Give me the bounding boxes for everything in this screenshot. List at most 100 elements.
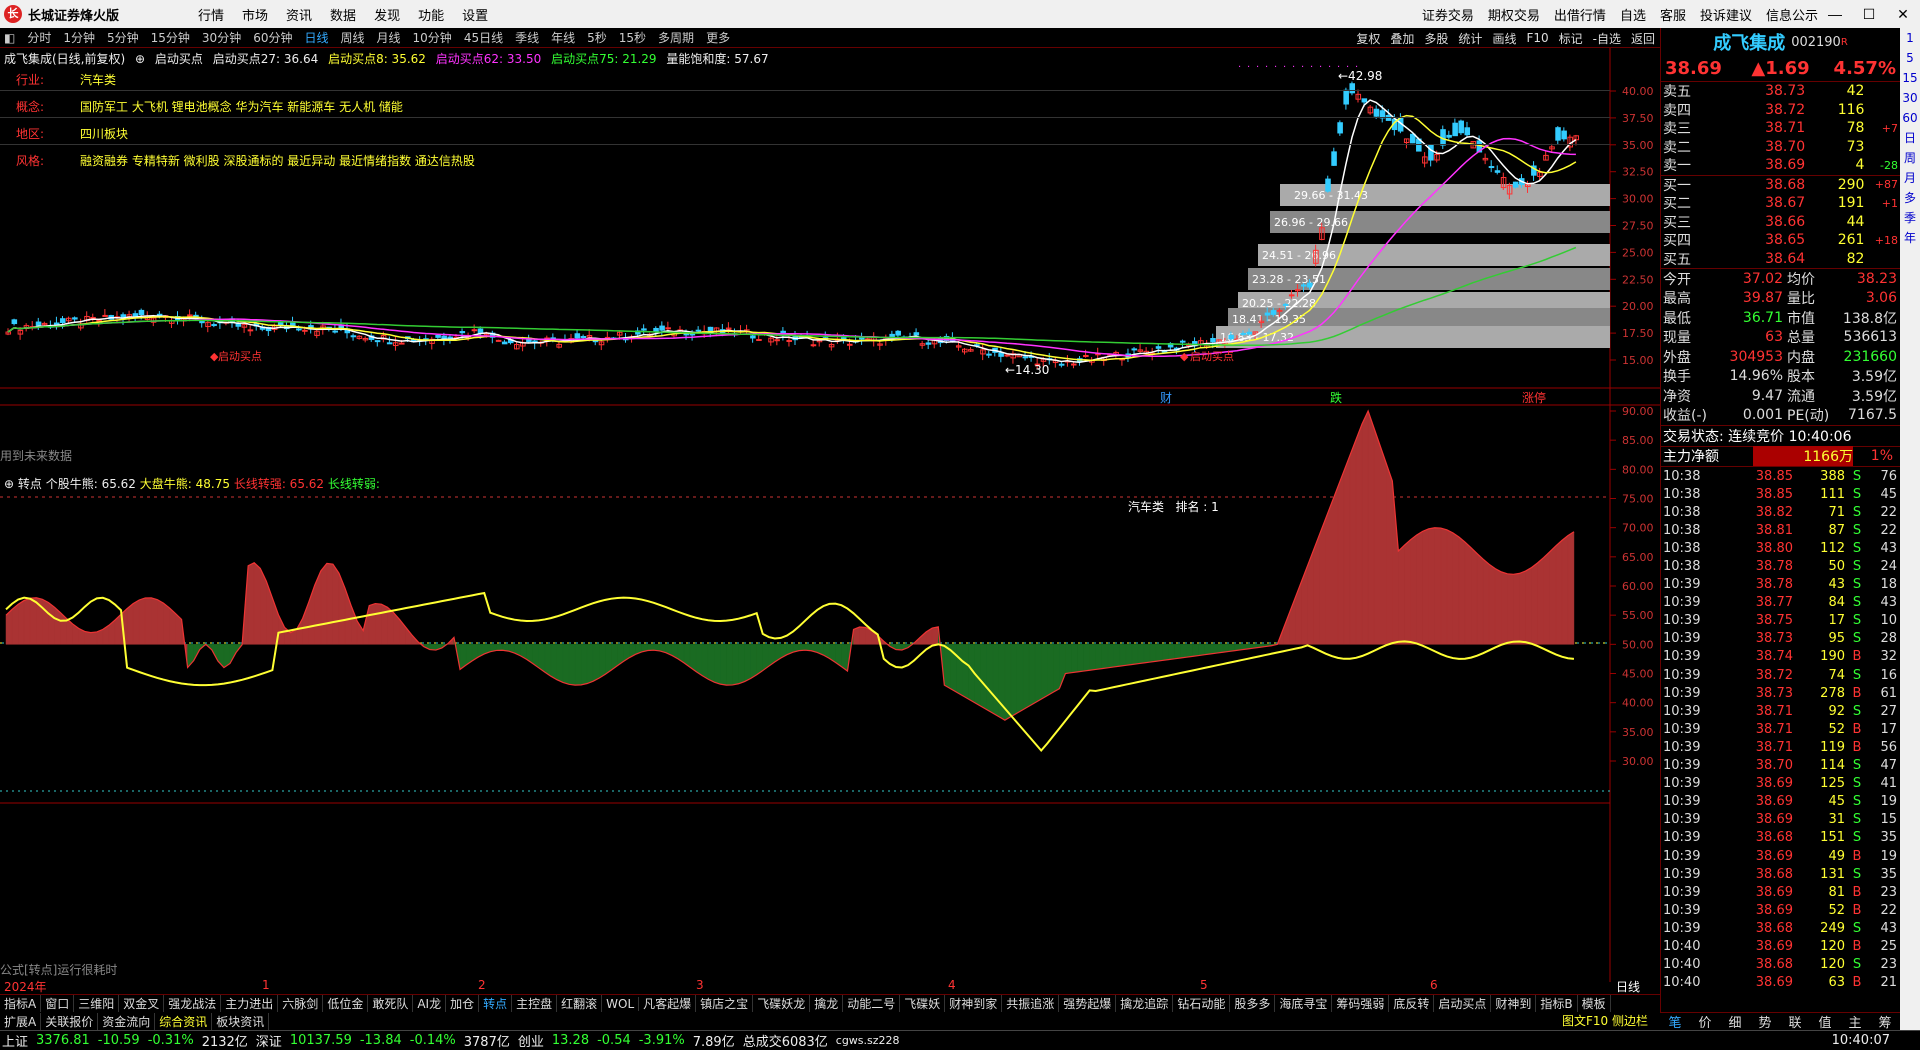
bid-row[interactable]: 买五 38.64 82 xyxy=(1661,250,1900,269)
top-link-5[interactable]: 投诉建议 xyxy=(1700,5,1752,24)
quote-tab-4[interactable]: 联 xyxy=(1780,1012,1810,1031)
period-14[interactable]: 15秒 xyxy=(619,29,646,46)
tick-list[interactable]: 10:38 38.85 388 S 76 10:38 38.85 111 S 45 10:38 38.… xyxy=(1661,467,1900,992)
top-link-4[interactable]: 客服 xyxy=(1660,5,1686,24)
sidebar-period-2[interactable]: 15 xyxy=(1900,68,1920,88)
indicator-tab-1[interactable]: 窗口 xyxy=(41,995,75,1012)
quote-tab-7[interactable]: 筹 xyxy=(1870,1012,1900,1031)
period-5[interactable]: 60分钟 xyxy=(253,29,292,46)
chart-area[interactable]: 40.00 37.50 35.00 32.50 30.00 27.50 25.00 22.50… xyxy=(0,48,1660,985)
index-cy-name[interactable]: 创业 xyxy=(518,1031,544,1050)
period-8[interactable]: 月线 xyxy=(377,29,401,46)
ask-row[interactable]: 卖二 38.70 73 xyxy=(1661,138,1900,157)
period-11[interactable]: 季线 xyxy=(515,29,539,46)
quote-tab-2[interactable]: 细 xyxy=(1720,1012,1750,1031)
info-tab-3[interactable]: 综合资讯 xyxy=(155,1012,213,1030)
menu-item-5[interactable]: 功能 xyxy=(418,8,444,23)
period-12[interactable]: 年线 xyxy=(551,29,575,46)
bid-row[interactable]: 买二 38.67 191 +1 xyxy=(1661,194,1900,213)
tool-5[interactable]: F10 xyxy=(1526,31,1548,45)
tool-4[interactable]: 画线 xyxy=(1492,30,1516,47)
settings-icon[interactable]: ⊕ xyxy=(4,477,14,491)
sidebar-period-8[interactable]: 多 xyxy=(1900,188,1920,208)
info-tab-4[interactable]: 板块资讯 xyxy=(212,1012,270,1030)
tool-6[interactable]: 标记 xyxy=(1559,30,1583,47)
indicator-tab-21[interactable]: 财神到家 xyxy=(945,995,1003,1012)
ask-row[interactable]: 卖五 38.73 42 xyxy=(1661,82,1900,101)
maximize-icon[interactable]: ☐ xyxy=(1852,6,1886,23)
indicator-tab-25[interactable]: 钻石动能 xyxy=(1173,995,1231,1012)
tool-7[interactable]: -自选 xyxy=(1593,30,1621,47)
indicator-tab-15[interactable]: 凡客起爆 xyxy=(639,995,697,1012)
info-tab-0[interactable]: 扩展A xyxy=(0,1012,42,1030)
close-icon[interactable]: ✕ xyxy=(1886,6,1920,23)
period-3[interactable]: 15分钟 xyxy=(151,29,190,46)
top-link-3[interactable]: 自选 xyxy=(1620,5,1646,24)
indicator-tab-6[interactable]: 六脉剑 xyxy=(278,995,324,1012)
indicator-tab-8[interactable]: 敢死队 xyxy=(368,995,414,1012)
indicator-tab-14[interactable]: WOL xyxy=(602,996,640,1011)
indicator-tab-0[interactable]: 指标A xyxy=(0,995,42,1012)
top-link-1[interactable]: 期权交易 xyxy=(1488,5,1540,24)
indicator-tab-11[interactable]: 转点 xyxy=(479,995,513,1012)
indicator-tab-30[interactable]: 启动买点 xyxy=(1434,995,1492,1012)
sidebar-period-7[interactable]: 月 xyxy=(1900,168,1920,188)
quote-tab-0[interactable]: 笔 xyxy=(1660,1012,1690,1031)
indicator-tab-22[interactable]: 共振追涨 xyxy=(1002,995,1060,1012)
menu-item-2[interactable]: 资讯 xyxy=(286,8,312,23)
indicator-tab-19[interactable]: 动能二号 xyxy=(843,995,901,1012)
period-13[interactable]: 5秒 xyxy=(587,29,607,46)
menu-item-3[interactable]: 数据 xyxy=(330,8,356,23)
tool-0[interactable]: 复权 xyxy=(1356,30,1380,47)
bid-row[interactable]: 买四 38.65 261 +18 xyxy=(1661,231,1900,250)
period-1[interactable]: 1分钟 xyxy=(63,29,95,46)
index-sz-name[interactable]: 深证 xyxy=(256,1031,282,1050)
ask-row[interactable]: 卖一 38.69 4 -28 xyxy=(1661,156,1900,175)
minimize-icon[interactable]: — xyxy=(1818,6,1852,22)
tool-8[interactable]: 返回 xyxy=(1631,30,1655,47)
sidebar-period-10[interactable]: 年 xyxy=(1900,228,1920,248)
top-link-0[interactable]: 证券交易 xyxy=(1422,5,1474,24)
sidebar-period-1[interactable]: 5 xyxy=(1900,48,1920,68)
menu-item-1[interactable]: 市场 xyxy=(242,8,268,23)
indicator-tab-28[interactable]: 筹码强弱 xyxy=(1332,995,1390,1012)
ask-row[interactable]: 卖四 38.72 116 xyxy=(1661,101,1900,120)
indicator-tab-31[interactable]: 财神到 xyxy=(1491,995,1537,1012)
indicator-tab-9[interactable]: AI龙 xyxy=(413,995,447,1012)
sidebar-period-9[interactable]: 季 xyxy=(1900,208,1920,228)
indicator-tab-18[interactable]: 擒龙 xyxy=(810,995,844,1012)
indicator-tab-33[interactable]: 模板 xyxy=(1578,995,1611,1012)
info-tab-1[interactable]: 关联报价 xyxy=(41,1012,99,1030)
indicator-tab-16[interactable]: 镇店之宝 xyxy=(696,995,754,1012)
quote-tab-3[interactable]: 势 xyxy=(1750,1012,1780,1031)
period-16[interactable]: 更多 xyxy=(706,29,730,46)
indicator-tab-12[interactable]: 主控盘 xyxy=(512,995,558,1012)
period-0[interactable]: 分时 xyxy=(27,29,51,46)
sidebar-period-5[interactable]: 日 xyxy=(1900,128,1920,148)
menu-item-0[interactable]: 行情 xyxy=(198,8,224,23)
tool-3[interactable]: 统计 xyxy=(1458,30,1482,47)
indicator-tab-24[interactable]: 擒龙追踪 xyxy=(1116,995,1174,1012)
period-9[interactable]: 10分钟 xyxy=(413,29,452,46)
indicator-tab-29[interactable]: 底反转 xyxy=(1389,995,1435,1012)
period-4[interactable]: 30分钟 xyxy=(202,29,241,46)
indicator-tab-20[interactable]: 飞碟妖 xyxy=(900,995,946,1012)
period-10[interactable]: 45日线 xyxy=(464,29,503,46)
indicator-tab-7[interactable]: 低位金 xyxy=(323,995,369,1012)
bid-row[interactable]: 买一 38.68 290 +87 xyxy=(1661,176,1900,195)
menu-item-6[interactable]: 设置 xyxy=(462,8,488,23)
top-link-2[interactable]: 出借行情 xyxy=(1554,5,1606,24)
indicator-name[interactable]: 启动买点 xyxy=(155,52,203,66)
sidebar-period-0[interactable]: 1 xyxy=(1900,28,1920,48)
period-15[interactable]: 多周期 xyxy=(658,29,694,46)
panel-toggle-icon[interactable]: ◧ xyxy=(4,31,15,45)
sidebar-period-6[interactable]: 周 xyxy=(1900,148,1920,168)
indicator-tab-27[interactable]: 海底寻宝 xyxy=(1275,995,1333,1012)
sub-indicator-name[interactable]: 转点 xyxy=(18,477,42,491)
tool-2[interactable]: 多股 xyxy=(1424,30,1448,47)
top-link-6[interactable]: 信息公示 xyxy=(1766,5,1818,24)
indicator-tab-2[interactable]: 三维阳 xyxy=(74,995,120,1012)
info-tab-2[interactable]: 资金流向 xyxy=(98,1012,156,1030)
sidebar-link[interactable]: 侧边栏 xyxy=(1612,1012,1648,1029)
indicator-tab-17[interactable]: 飞碟妖龙 xyxy=(753,995,811,1012)
